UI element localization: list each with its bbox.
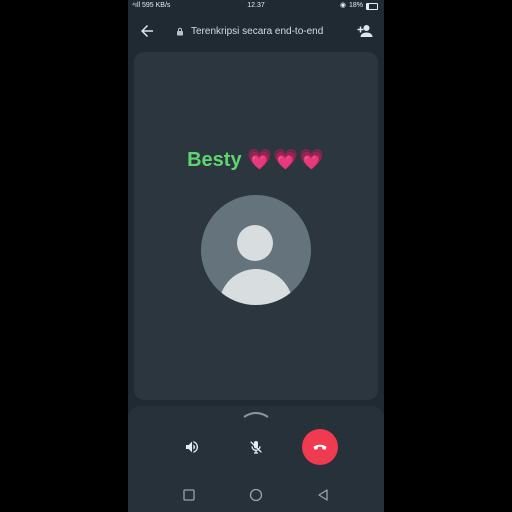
battery-icon — [366, 2, 378, 10]
status-icons: ◉ 18% — [340, 0, 378, 12]
mute-button[interactable] — [240, 431, 272, 463]
phone-hangup-icon — [313, 444, 327, 450]
nav-back-icon[interactable] — [316, 488, 330, 502]
avatar-head — [237, 225, 273, 261]
caller-card: Besty 💗💗💗 — [134, 52, 378, 400]
speaker-button[interactable] — [176, 431, 208, 463]
add-participant-icon[interactable] — [356, 22, 374, 40]
avatar-body — [219, 269, 293, 305]
call-controls-panel — [128, 406, 384, 512]
call-header: Terenkripsi secara end-to-end — [128, 18, 384, 46]
home-icon[interactable] — [249, 488, 263, 502]
system-nav-bar — [128, 486, 384, 506]
avatar — [201, 195, 311, 305]
chevron-up-icon[interactable] — [242, 410, 270, 418]
encryption-label: Terenkripsi secara end-to-end — [191, 26, 324, 37]
contact-name-text: Besty — [187, 149, 242, 171]
contact-name: Besty 💗💗💗 — [134, 148, 378, 172]
status-bar: ⁴ıll 595 KB/s 12.37 ◉ 18% — [128, 0, 384, 12]
lock-icon — [177, 27, 183, 36]
recent-apps-icon[interactable] — [182, 488, 196, 502]
encryption-notice: Terenkripsi secara end-to-end — [176, 26, 323, 37]
battery-percent: 18% — [348, 2, 363, 9]
end-call-button[interactable] — [302, 429, 338, 465]
call-screen: ⁴ıll 595 KB/s 12.37 ◉ 18% Terenkripsi se… — [128, 0, 384, 512]
speaker-icon — [186, 441, 199, 453]
heart-emojis: 💗💗💗 — [247, 149, 325, 171]
mic-off-icon — [250, 441, 262, 454]
alarm-icon: ◉ — [339, 2, 346, 9]
back-arrow-icon[interactable] — [138, 22, 156, 40]
